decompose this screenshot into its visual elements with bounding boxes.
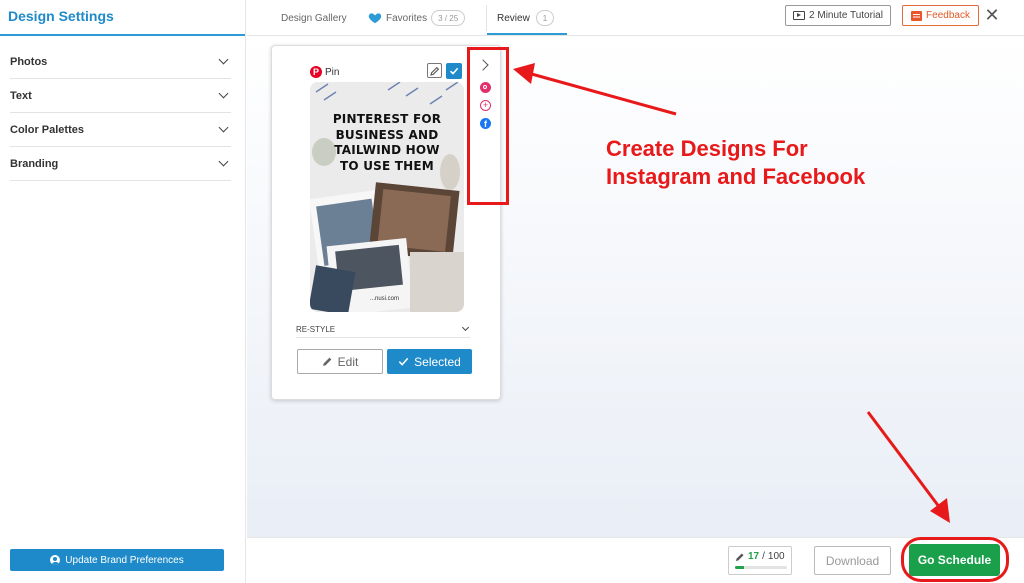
pin-headline: PINTEREST FOR BUSINESS AND TAILWIND HOW … <box>332 112 442 173</box>
close-icon[interactable]: ✕ <box>982 5 1002 25</box>
chevron-down-icon <box>218 122 229 133</box>
favorites-count-badge: 3 / 25 <box>431 10 466 26</box>
tab-label: Design Gallery <box>281 12 347 24</box>
progress-separator: / <box>762 551 765 562</box>
annotation-line: Create Designs For <box>606 136 808 161</box>
pin-preview-image[interactable]: PINTEREST FOR BUSINESS AND TAILWIND HOW … <box>310 82 464 312</box>
checkmark-icon <box>398 357 409 366</box>
review-count-badge: 1 <box>535 10 555 26</box>
chevron-down-icon <box>218 54 229 65</box>
tab-label: Review <box>497 12 530 24</box>
progress-count: 17 <box>748 551 760 562</box>
download-button[interactable]: Download <box>814 546 891 575</box>
annotation-callout: Create Designs For Instagram and Faceboo… <box>606 135 865 191</box>
tab-divider <box>486 5 487 31</box>
sidebar-item-label: Photos <box>10 55 48 68</box>
user-icon <box>50 555 61 565</box>
tab-favorites[interactable]: Favorites 3 / 25 <box>368 0 466 36</box>
edit-design-button[interactable] <box>427 63 442 78</box>
settings-list: Photos Text Color Palettes Branding <box>0 45 245 181</box>
annotation-highlight-box <box>467 47 509 205</box>
tutorial-button[interactable]: 2 Minute Tutorial <box>785 5 891 26</box>
design-progress-counter: 17 / 100 <box>728 546 792 575</box>
restyle-dropdown[interactable]: RE-STYLE <box>296 321 470 338</box>
selected-button[interactable]: Selected <box>387 349 472 374</box>
checkmark-icon <box>449 67 459 75</box>
chevron-down-icon <box>218 156 229 167</box>
pin-url: ...nusi.com <box>370 296 400 302</box>
pencil-icon <box>736 553 744 561</box>
heart-icon <box>368 13 382 24</box>
annotation-line: Instagram and Facebook <box>606 164 866 189</box>
feedback-icon <box>911 10 923 21</box>
top-bar: Design Gallery Favorites 3 / 25 Review 1… <box>247 0 1024 36</box>
pencil-icon <box>429 66 439 76</box>
sidebar-item-photos[interactable]: Photos <box>10 45 231 79</box>
sidebar-item-text[interactable]: Text <box>10 79 231 113</box>
select-design-checkbox[interactable] <box>446 63 462 79</box>
progress-total: 100 <box>767 551 785 562</box>
tutorial-label: 2 Minute Tutorial <box>809 10 883 21</box>
pencil-icon <box>322 357 332 366</box>
sidebar-item-label: Text <box>10 89 32 102</box>
tab-design-gallery[interactable]: Design Gallery <box>281 0 347 36</box>
restyle-label: RE-STYLE <box>296 324 336 334</box>
pin-label: P Pin <box>310 66 339 78</box>
feedback-button[interactable]: Feedback <box>902 5 979 26</box>
update-brand-preferences-label: Update Brand Preferences <box>65 554 184 566</box>
active-tab-indicator <box>487 33 567 35</box>
video-play-icon <box>793 11 806 20</box>
chevron-down-icon <box>461 323 470 332</box>
progress-bar <box>735 566 787 569</box>
annotation-highlight-box <box>901 537 1009 582</box>
update-brand-preferences-button[interactable]: Update Brand Preferences <box>10 549 224 571</box>
pinterest-icon: P <box>310 66 322 78</box>
progress-bar-fill <box>735 566 744 569</box>
tab-review[interactable]: Review 1 <box>497 0 555 36</box>
progress-text: 17 / 100 <box>735 551 785 562</box>
selected-button-label: Selected <box>414 354 461 369</box>
edit-button[interactable]: Edit <box>297 349 383 374</box>
download-label: Download <box>825 553 880 568</box>
sidebar-item-label: Color Palettes <box>10 123 84 136</box>
tab-label: Favorites <box>386 12 428 24</box>
feedback-label: Feedback <box>926 10 970 21</box>
pin-label-text: Pin <box>325 66 340 78</box>
edit-button-label: Edit <box>337 354 359 369</box>
chevron-down-icon <box>218 88 229 99</box>
sidebar-title: Design Settings <box>0 0 245 36</box>
sidebar-item-label: Branding <box>10 157 59 170</box>
sidebar-item-color-palettes[interactable]: Color Palettes <box>10 113 231 147</box>
design-settings-sidebar: Design Settings Photos Text Color Palett… <box>0 0 246 583</box>
sidebar-item-branding[interactable]: Branding <box>10 147 231 181</box>
